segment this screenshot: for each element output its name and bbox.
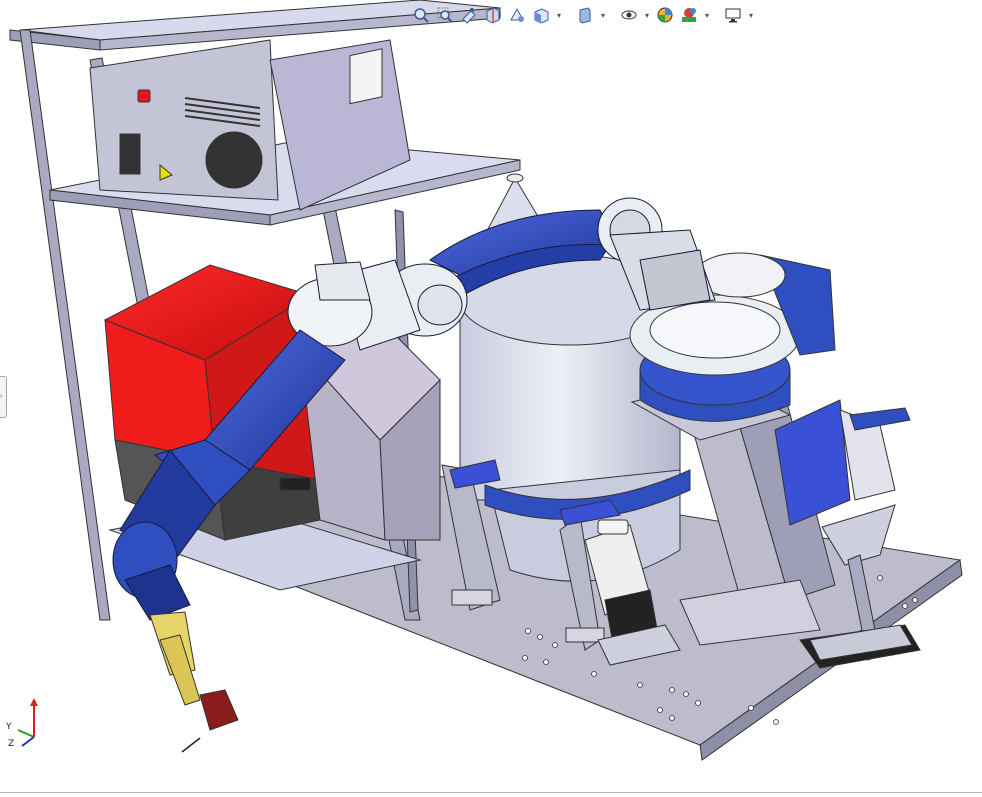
- edit-appearance-button[interactable]: [654, 4, 676, 26]
- display-style-icon: [579, 7, 591, 24]
- apply-scene-button[interactable]: [678, 4, 700, 26]
- dynamic-annotation-icon: [510, 7, 524, 22]
- hide-show-items-button[interactable]: [618, 4, 640, 26]
- feature-tree-flyout-tab[interactable]: ›: [0, 376, 7, 418]
- cad-model-view[interactable]: [0, 0, 982, 797]
- zoom-to-area-button[interactable]: [434, 4, 456, 26]
- graphics-area[interactable]: [0, 0, 982, 797]
- triad-y-label: Y: [6, 722, 12, 732]
- triad-z-label: Z: [8, 739, 15, 749]
- previous-view-button[interactable]: [458, 4, 480, 26]
- view-settings-icon: [725, 8, 741, 23]
- section-view-icon: [486, 7, 500, 24]
- zoom-to-area-icon: [437, 7, 453, 23]
- edit-appearance-icon: [657, 7, 673, 23]
- zoom-to-fit-button[interactable]: [410, 4, 432, 26]
- hide-show-items-dropdown[interactable]: ▾: [642, 4, 652, 26]
- display-style-button[interactable]: [574, 4, 596, 26]
- previous-view-icon: [462, 8, 476, 24]
- section-view-button[interactable]: [482, 4, 504, 26]
- view-orientation-button[interactable]: [530, 4, 552, 26]
- zoom-to-fit-icon: [414, 8, 429, 23]
- flyout-arrow-icon: ›: [0, 393, 3, 400]
- reference-triad: Y Z: [4, 692, 54, 752]
- hide-show-items-icon: [621, 10, 637, 20]
- dynamic-annotation-button[interactable]: [506, 4, 528, 26]
- welding-torch: [149, 611, 239, 753]
- view-settings-dropdown[interactable]: ▾: [746, 4, 756, 26]
- graphics-area-bottom-border: [0, 792, 982, 793]
- apply-scene-dropdown[interactable]: ▾: [702, 4, 712, 26]
- apply-scene-icon: [682, 8, 696, 22]
- view-orientation-dropdown[interactable]: ▾: [554, 4, 564, 26]
- view-settings-button[interactable]: [722, 4, 744, 26]
- view-orientation-icon: [534, 8, 549, 24]
- display-style-dropdown[interactable]: ▾: [598, 4, 608, 26]
- heads-up-view-toolbar: ▾ ▾ ▾ ▾ ▾: [410, 2, 756, 28]
- robot-wrist: [287, 259, 468, 351]
